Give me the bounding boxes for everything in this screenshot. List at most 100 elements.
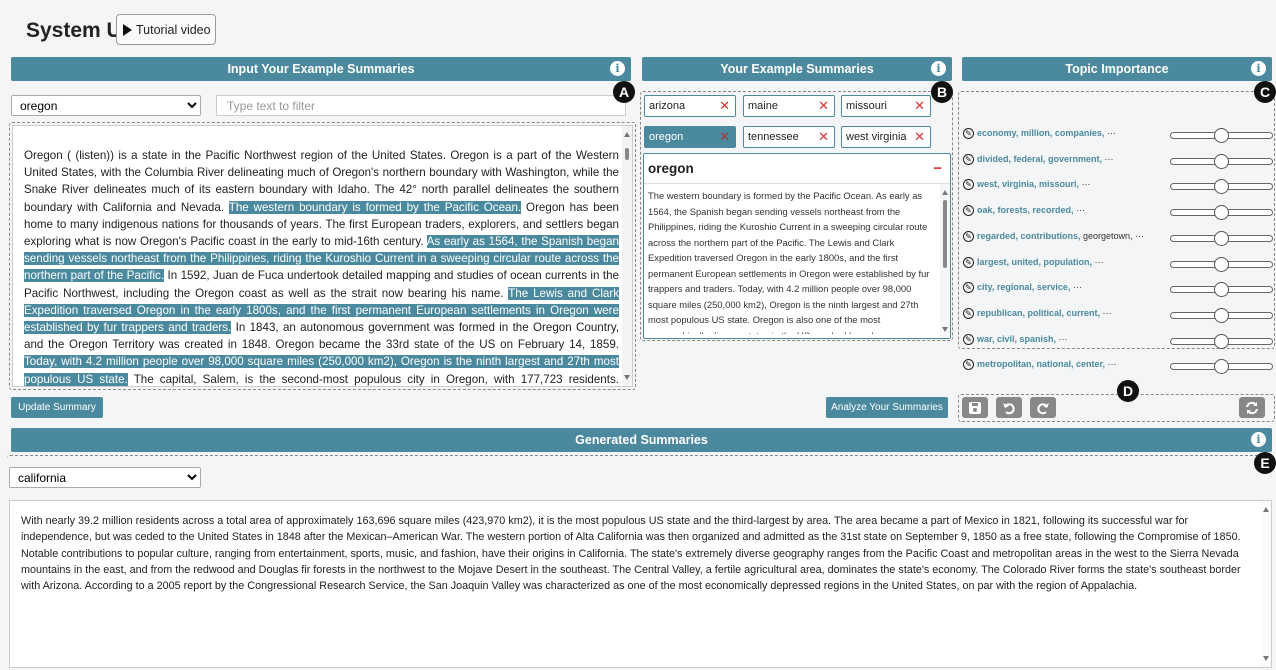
slider-knob[interactable] bbox=[1213, 256, 1229, 272]
scroll-up-icon[interactable] bbox=[624, 132, 630, 137]
redo-icon[interactable] bbox=[1030, 397, 1056, 418]
marker-d: D bbox=[1117, 380, 1139, 402]
topic-more-icon[interactable]: ··· bbox=[1105, 359, 1117, 369]
generated-scrollbar[interactable] bbox=[1261, 501, 1271, 667]
edit-icon[interactable]: ✎ bbox=[963, 179, 974, 191]
slider-knob[interactable] bbox=[1213, 359, 1229, 375]
topic-importance-slider[interactable] bbox=[1170, 230, 1273, 246]
example-chip[interactable]: tennessee ✕ bbox=[743, 126, 835, 148]
edit-icon[interactable]: ✎ bbox=[963, 256, 974, 268]
remove-icon[interactable]: ✕ bbox=[818, 99, 829, 113]
topic-keywords-bold: economy, million, companies, bbox=[977, 128, 1105, 138]
topic-row: ✎ west, virginia, missouri, ··· bbox=[961, 175, 1273, 195]
edit-icon[interactable]: ✎ bbox=[963, 128, 974, 139]
topic-importance-slider[interactable] bbox=[1170, 359, 1273, 375]
example-scrollbar[interactable] bbox=[940, 184, 950, 338]
topic-importance-slider[interactable] bbox=[1170, 179, 1273, 195]
info-icon[interactable]: i bbox=[1251, 61, 1266, 76]
topic-keywords-plain: georgetown, bbox=[1080, 230, 1133, 241]
example-chip[interactable]: west virginia ✕ bbox=[841, 126, 931, 148]
remove-icon[interactable]: ✕ bbox=[719, 130, 730, 144]
analyze-summaries-button[interactable]: Analyze Your Summaries bbox=[826, 397, 948, 418]
generated-text-body: With nearly 39.2 million residents acros… bbox=[21, 515, 1241, 593]
topic-more-icon[interactable]: ··· bbox=[1092, 257, 1104, 267]
topic-more-icon[interactable]: ··· bbox=[1074, 205, 1085, 215]
scroll-thumb[interactable] bbox=[943, 200, 947, 268]
example-chip-label: arizona bbox=[649, 100, 686, 112]
example-chip[interactable]: arizona ✕ bbox=[644, 95, 736, 117]
topic-more-icon[interactable]: ··· bbox=[1104, 128, 1116, 138]
scroll-thumb[interactable] bbox=[625, 148, 629, 160]
highlighted-sentence[interactable]: The western boundary is formed by the Pa… bbox=[228, 200, 522, 214]
example-chip[interactable]: maine ✕ bbox=[743, 95, 835, 117]
tutorial-video-button[interactable]: Tutorial video bbox=[116, 14, 216, 45]
scroll-down-icon[interactable] bbox=[624, 375, 630, 380]
topic-more-icon[interactable]: ··· bbox=[1102, 154, 1114, 164]
info-icon[interactable]: i bbox=[1251, 432, 1266, 447]
refresh-icon[interactable] bbox=[1239, 397, 1265, 418]
slider-knob[interactable] bbox=[1213, 179, 1229, 195]
topic-keywords-bold: largest, united, population, bbox=[977, 256, 1093, 267]
topic-importance-slider[interactable] bbox=[1170, 333, 1273, 349]
topic-keywords: republican, political, current, ··· bbox=[977, 308, 1112, 318]
topic-importance-slider[interactable] bbox=[1170, 205, 1273, 221]
remove-icon[interactable]: ✕ bbox=[914, 130, 925, 144]
generated-text-area[interactable]: With nearly 39.2 million residents acros… bbox=[9, 500, 1272, 668]
app-title: System U bbox=[26, 19, 122, 42]
topic-importance-slider[interactable] bbox=[1170, 282, 1273, 298]
edit-icon[interactable]: ✎ bbox=[963, 205, 974, 217]
remove-icon[interactable]: ✕ bbox=[719, 99, 730, 113]
example-chip-label: west virginia bbox=[846, 131, 907, 143]
collapse-icon[interactable]: − bbox=[933, 160, 942, 177]
app-root: { "app": {"title": "System U", "tutorial… bbox=[0, 0, 1276, 670]
topic-more-icon[interactable]: ··· bbox=[1133, 231, 1144, 241]
topic-more-icon[interactable]: ··· bbox=[1100, 308, 1112, 318]
save-icon[interactable] bbox=[962, 397, 988, 418]
scroll-up-icon[interactable] bbox=[1263, 507, 1269, 512]
scroll-down-icon[interactable] bbox=[942, 327, 948, 332]
topic-more-icon[interactable]: ··· bbox=[1070, 282, 1082, 292]
slider-knob[interactable] bbox=[1213, 153, 1229, 169]
input-panel-header: Input Your Example Summaries i bbox=[11, 57, 631, 81]
slider-knob[interactable] bbox=[1213, 282, 1229, 298]
edit-icon[interactable]: ✎ bbox=[963, 359, 974, 371]
topic-importance-slider[interactable] bbox=[1170, 256, 1273, 272]
remove-icon[interactable]: ✕ bbox=[818, 130, 829, 144]
edit-icon[interactable]: ✎ bbox=[963, 282, 974, 294]
example-chip[interactable]: missouri ✕ bbox=[841, 95, 931, 117]
generated-state-select[interactable]: california bbox=[9, 467, 201, 488]
slider-knob[interactable] bbox=[1213, 307, 1229, 323]
input-text-area[interactable]: Oregon ( (listen)) is a state in the Pac… bbox=[12, 125, 633, 387]
remove-icon[interactable]: ✕ bbox=[914, 99, 925, 113]
topic-more-icon[interactable]: ··· bbox=[1079, 179, 1091, 189]
slider-knob[interactable] bbox=[1213, 128, 1229, 143]
edit-icon[interactable]: ✎ bbox=[963, 230, 974, 242]
topic-row: ✎ economy, million, companies, ··· bbox=[961, 124, 1273, 144]
input-state-select[interactable]: oregon bbox=[11, 95, 201, 116]
topic-importance-slider[interactable] bbox=[1170, 307, 1273, 323]
edit-icon[interactable]: ✎ bbox=[963, 333, 974, 345]
topic-importance-slider[interactable] bbox=[1170, 153, 1273, 169]
topic-more-icon[interactable]: ··· bbox=[1056, 334, 1068, 344]
edit-icon[interactable]: ✎ bbox=[963, 153, 974, 165]
scroll-up-icon[interactable] bbox=[942, 190, 948, 195]
slider-knob[interactable] bbox=[1213, 205, 1229, 221]
info-icon[interactable]: i bbox=[931, 61, 946, 76]
examples-panel-header: Your Example Summaries i bbox=[642, 57, 952, 81]
example-detail-title: oregon bbox=[648, 161, 694, 176]
undo-icon[interactable] bbox=[996, 397, 1022, 418]
topic-importance-slider[interactable] bbox=[1170, 128, 1273, 143]
example-chip-label: oregon bbox=[649, 131, 684, 143]
edit-icon[interactable]: ✎ bbox=[963, 307, 974, 319]
slider-knob[interactable] bbox=[1213, 333, 1229, 349]
input-scrollbar[interactable] bbox=[622, 126, 632, 386]
topic-keywords: war, civil, spanish, ··· bbox=[977, 334, 1068, 344]
generated-panel-header: Generated Summaries i bbox=[11, 428, 1272, 452]
scroll-down-icon[interactable] bbox=[1263, 656, 1269, 661]
update-summary-button[interactable]: Update Summary bbox=[11, 397, 103, 418]
topic-keywords: divided, federal, government, ··· bbox=[977, 154, 1114, 164]
info-icon[interactable]: i bbox=[610, 61, 625, 76]
example-chip[interactable]: oregon ✕ bbox=[644, 126, 736, 148]
slider-knob[interactable] bbox=[1213, 230, 1229, 246]
filter-input[interactable] bbox=[216, 95, 626, 116]
